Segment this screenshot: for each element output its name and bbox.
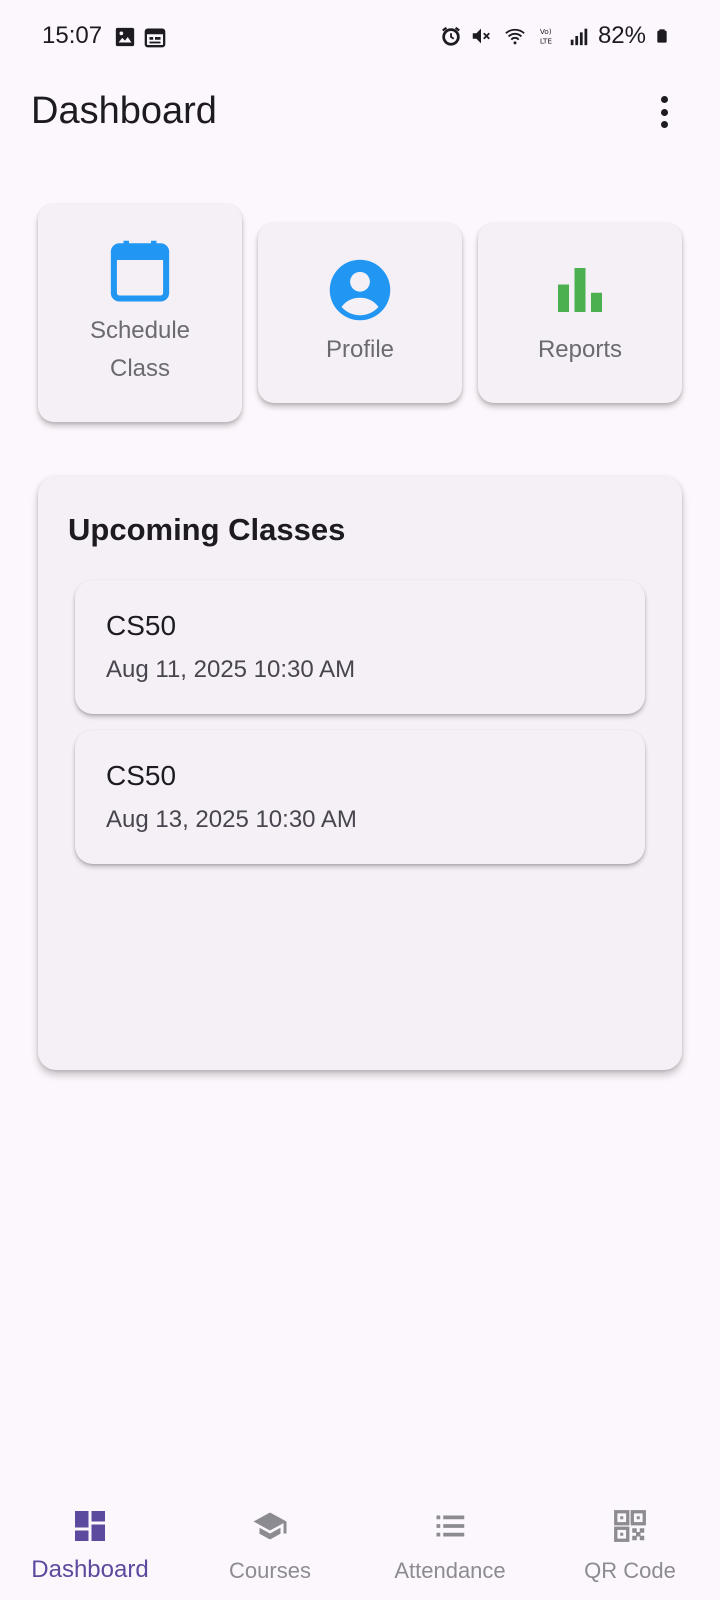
alarm-icon bbox=[442, 26, 460, 46]
image-icon bbox=[115, 27, 135, 47]
nav-label: Dashboard bbox=[31, 1556, 149, 1583]
status-left-icons bbox=[114, 26, 166, 48]
more-vert-dot bbox=[660, 121, 668, 128]
school-icon bbox=[253, 1512, 287, 1540]
more-vert-icon bbox=[660, 96, 668, 103]
tile-label: Profile bbox=[325, 336, 395, 363]
class-date: Aug 13, 2025 10:30 AM bbox=[106, 806, 357, 833]
section-title: Upcoming Classes bbox=[68, 512, 346, 547]
battery-percent: 82% bbox=[597, 22, 646, 49]
more-options-button[interactable] bbox=[652, 92, 676, 132]
class-list-item[interactable]: CS50 Aug 11, 2025 10:30 AM bbox=[75, 580, 645, 714]
page-title: Dashboard bbox=[31, 90, 217, 132]
class-name: CS50 bbox=[106, 760, 177, 791]
nav-label: Courses bbox=[229, 1558, 311, 1583]
class-date: Aug 11, 2025 10:30 AM bbox=[106, 656, 356, 683]
qr-code-icon bbox=[614, 1510, 646, 1542]
class-list-item[interactable]: CS50 Aug 13, 2025 10:30 AM bbox=[75, 730, 645, 864]
nav-label: QR Code bbox=[584, 1558, 676, 1583]
bar-chart-icon bbox=[558, 268, 602, 312]
nav-item-qr-code[interactable]: QR Code bbox=[540, 1494, 720, 1600]
nav-item-courses[interactable]: Courses bbox=[180, 1494, 360, 1600]
class-name: CS50 bbox=[106, 610, 177, 641]
nav-label: Attendance bbox=[394, 1558, 506, 1583]
bottom-navigation: Dashboard Courses Attendance QR Code bbox=[0, 1494, 720, 1600]
schedule-class-tile[interactable]: Schedule Class bbox=[38, 204, 242, 422]
profile-tile[interactable]: Profile bbox=[258, 223, 462, 403]
more-vert-dot bbox=[660, 108, 668, 116]
signal-icon bbox=[570, 28, 588, 46]
status-time: 15:07 bbox=[42, 22, 103, 49]
nav-item-dashboard[interactable]: Dashboard bbox=[0, 1494, 180, 1600]
status-right-icons: Vo) LTE 82% bbox=[440, 22, 670, 50]
reports-tile[interactable]: Reports bbox=[478, 223, 682, 403]
calendar-icon bbox=[144, 28, 166, 48]
nav-item-attendance[interactable]: Attendance bbox=[360, 1494, 540, 1600]
account-circle-icon bbox=[329, 259, 391, 321]
app-bar: Dashboard bbox=[0, 76, 720, 156]
dashboard-icon bbox=[75, 1511, 105, 1541]
status-bar: 15:07 Vo) LTE 82% bbox=[0, 0, 720, 76]
upcoming-classes-card: Upcoming Classes CS50 Aug 11, 2025 10:30… bbox=[38, 476, 682, 1070]
list-icon bbox=[436, 1515, 465, 1537]
svg-text:LTE: LTE bbox=[540, 36, 553, 45]
svg-text:Vo): Vo) bbox=[540, 27, 552, 36]
battery-icon bbox=[657, 29, 667, 43]
mute-icon bbox=[472, 28, 490, 44]
tile-label: Reports bbox=[537, 336, 623, 363]
volte-icon: Vo)LTE bbox=[540, 27, 553, 45]
calendar-icon bbox=[110, 240, 170, 302]
tile-label: Schedule Class bbox=[89, 317, 191, 382]
wifi-icon bbox=[505, 28, 525, 45]
